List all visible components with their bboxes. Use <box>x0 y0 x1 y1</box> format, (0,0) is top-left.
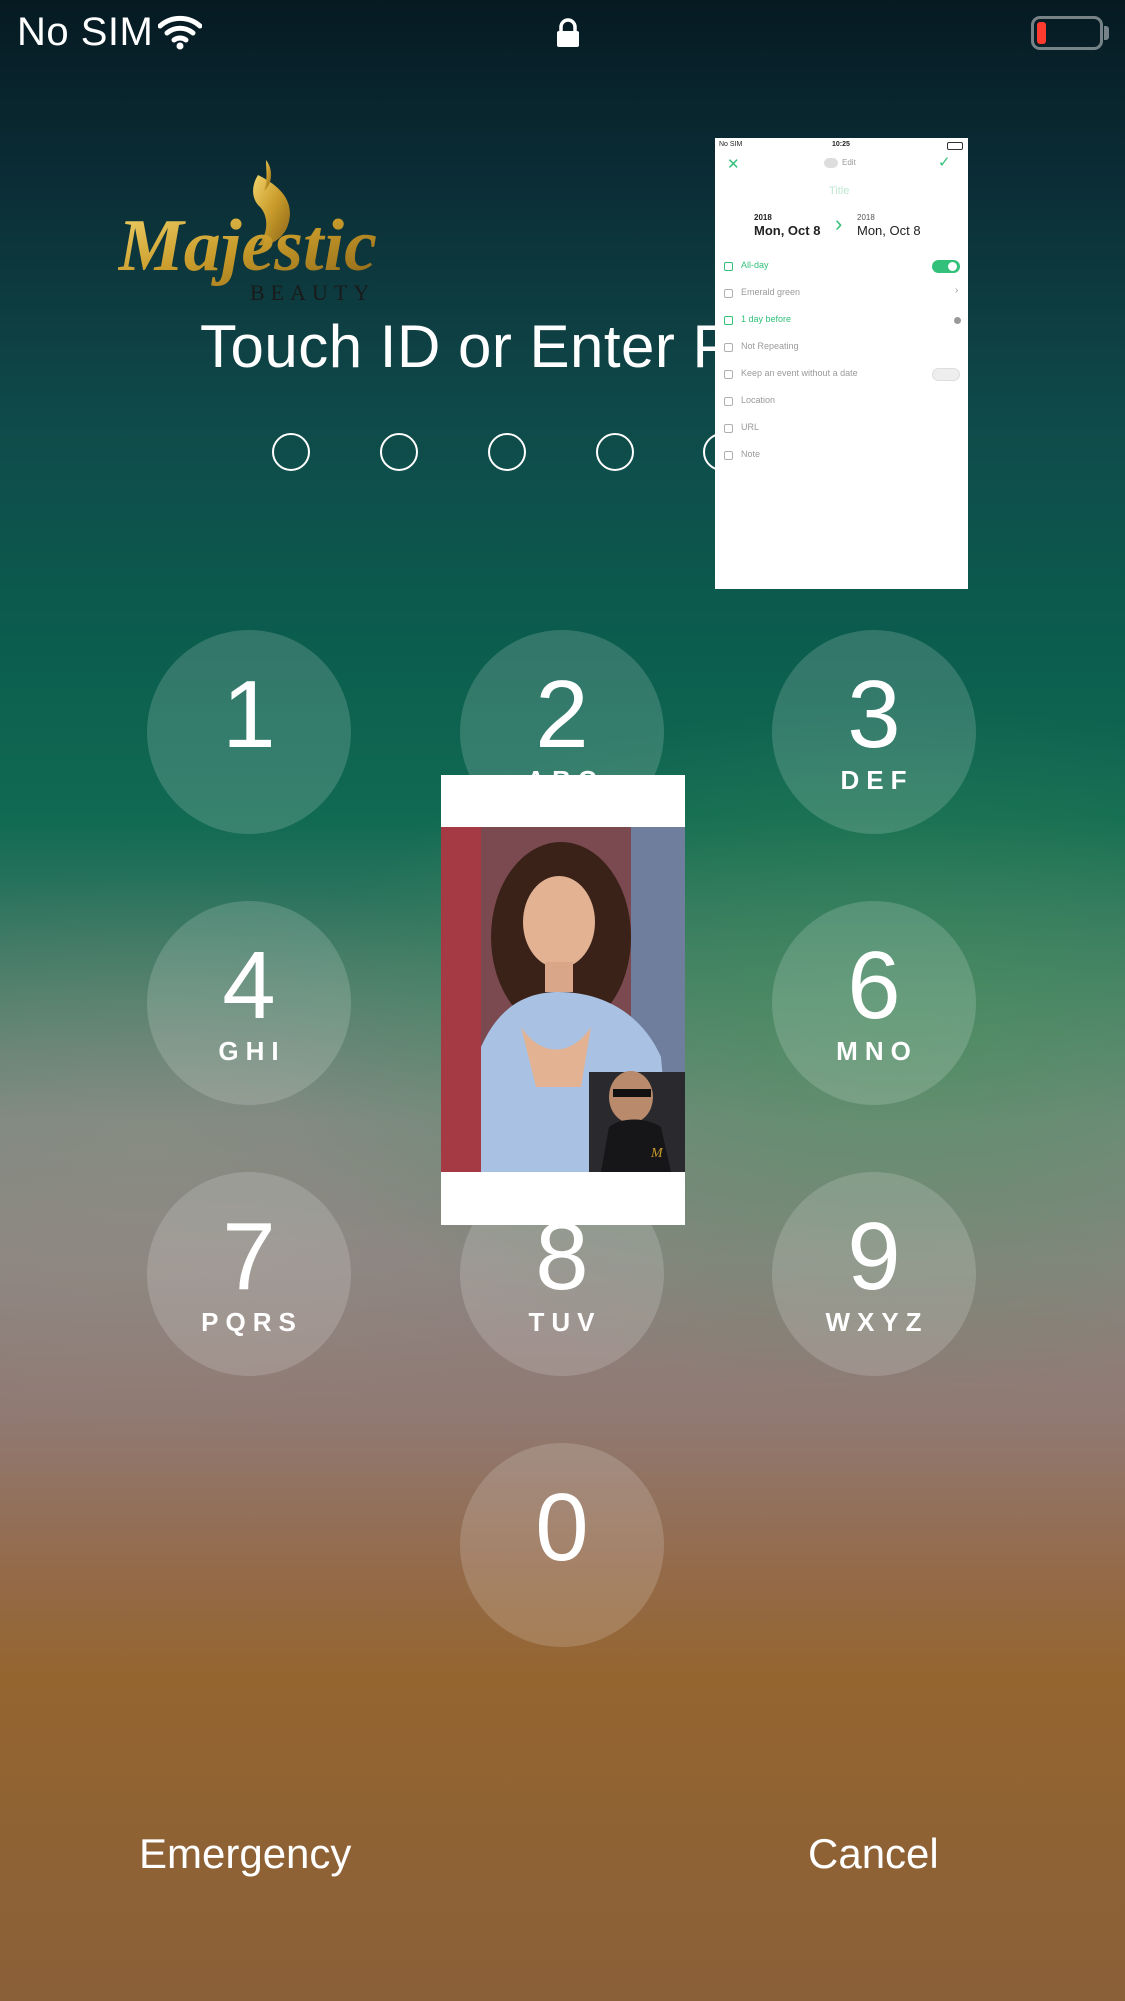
key-letters: MNO <box>836 1036 918 1066</box>
thumb-battery-icon <box>947 142 963 150</box>
logo-subtitle: BEAUTY <box>250 280 376 305</box>
calendar-icon <box>724 370 733 379</box>
thumb-remove-icon <box>954 317 961 324</box>
key-digit: 4 <box>222 932 276 1039</box>
key-digit: 9 <box>847 1203 901 1310</box>
thumb-row-nodate: Keep an event without a date <box>741 368 858 378</box>
thumb-carrier: No SIM <box>719 141 743 148</box>
thumb-end-year: 2018 <box>857 213 875 222</box>
thumb-arrow-icon: › <box>835 211 843 236</box>
link-icon <box>724 424 733 433</box>
key-4[interactable]: 4 GHI <box>147 901 351 1105</box>
passcode-prompt: Touch ID or Enter Pa <box>200 313 767 380</box>
lock-icon <box>557 18 579 47</box>
passcode-dot <box>272 433 310 471</box>
key-1[interactable]: 1 <box>147 630 351 834</box>
key-letters: TUV <box>528 1307 602 1337</box>
thumb-check-icon: ✓ <box>938 154 951 171</box>
portrait-illustration: M <box>441 827 685 1172</box>
key-digit: 2 <box>535 661 589 768</box>
key-digit: 0 <box>535 1474 589 1581</box>
key-digit: 6 <box>847 932 901 1039</box>
thumb-row-reminder: 1 day before <box>741 314 792 324</box>
svg-text:M: M <box>650 1146 664 1161</box>
photo-image: M <box>441 827 685 1172</box>
key-7[interactable]: 7 PQRS <box>147 1172 351 1376</box>
passcode-dot <box>488 433 526 471</box>
clock-icon <box>724 262 733 271</box>
thumb-start-year: 2018 <box>754 213 772 222</box>
key-letters: WXYZ <box>825 1307 929 1337</box>
thumb-close-icon: ✕ <box>727 156 740 173</box>
key-3[interactable]: 3 DEF <box>772 630 976 834</box>
wifi-icon <box>158 15 202 50</box>
passcode-dot <box>380 433 418 471</box>
thumb-toggle-knob <box>948 262 957 271</box>
note-icon <box>724 451 733 460</box>
thumb-row-location: Location <box>741 395 776 405</box>
thumb-edit-label: Edit <box>842 158 856 167</box>
thumb-row-allday: All-day <box>741 260 769 270</box>
key-6[interactable]: 6 MNO <box>772 901 976 1105</box>
battery-level <box>1037 22 1046 44</box>
passcode-dot <box>596 433 634 471</box>
key-letters: DEF <box>840 765 914 795</box>
thumb-chevron-icon: › <box>955 285 959 296</box>
svg-text:Majestic: Majestic <box>118 205 377 287</box>
thumb-end-date: Mon, Oct 8 <box>857 223 921 238</box>
key-0[interactable]: 0 <box>460 1443 664 1647</box>
alarm-icon <box>724 316 733 325</box>
tag-icon <box>724 289 733 298</box>
emergency-button[interactable]: Emergency <box>139 1830 351 1878</box>
photo-thumbnail[interactable]: M <box>441 775 685 1225</box>
pin-icon <box>724 397 733 406</box>
thumb-row-note: Note <box>741 449 761 459</box>
thumb-nodate-toggle <box>932 368 960 381</box>
thumb-row-url: URL <box>741 422 760 432</box>
battery-nub <box>1104 26 1109 40</box>
thumb-start-date: Mon, Oct 8 <box>754 223 821 238</box>
cancel-button[interactable]: Cancel <box>808 1830 939 1878</box>
carrier-label: No SIM <box>17 10 154 54</box>
key-digit: 3 <box>847 661 901 768</box>
thumb-title-placeholder: Title <box>829 185 850 197</box>
key-digit: 1 <box>222 661 276 768</box>
key-9[interactable]: 9 WXYZ <box>772 1172 976 1376</box>
thumb-time: 10:25 <box>832 141 850 148</box>
repeat-icon <box>724 343 733 352</box>
calendar-screenshot-thumbnail[interactable]: No SIM 10:25 ✕ Edit ✓ Title 2018 Mon, Oc… <box>715 138 968 589</box>
thumb-avatar <box>824 158 838 168</box>
key-letters: PQRS <box>201 1307 303 1337</box>
thumb-row-color: Emerald green <box>741 287 801 297</box>
thumb-row-repeat: Not Repeating <box>741 341 799 351</box>
key-digit: 7 <box>222 1203 276 1310</box>
key-letters: GHI <box>218 1036 286 1066</box>
